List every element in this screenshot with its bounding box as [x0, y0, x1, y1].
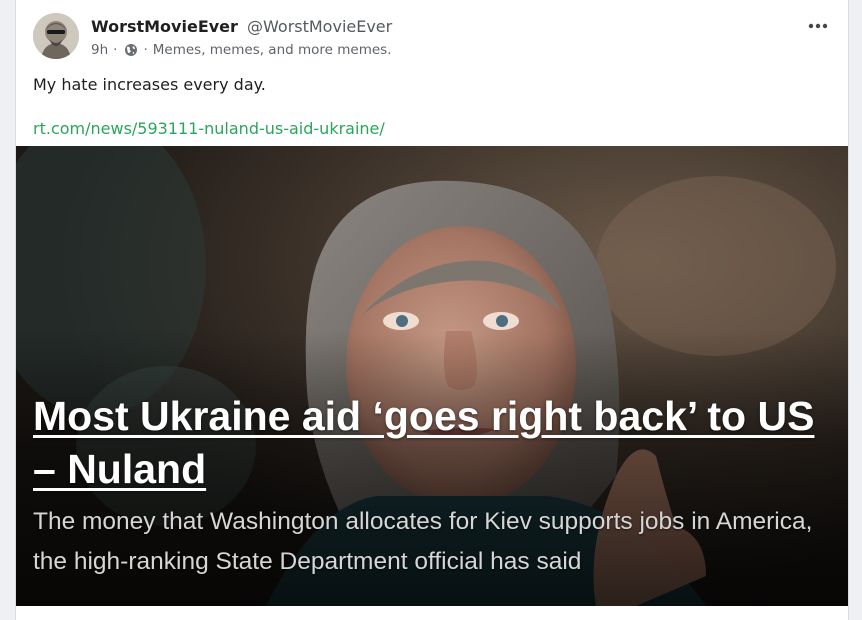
article-subheadline: The money that Washington allocates for … [33, 508, 813, 575]
more-options-button[interactable] [806, 14, 830, 38]
post-meta: 9h · · Memes, memes, and more memes. [91, 42, 392, 58]
avatar[interactable] [33, 13, 79, 59]
post-description: Memes, memes, and more memes. [152, 42, 392, 58]
article-headline[interactable]: Most Ukraine aid ‘goes right back’ to US… [33, 390, 823, 496]
display-name[interactable]: WorstMovieEver [91, 17, 238, 36]
meta-separator-2: · [143, 42, 148, 58]
meta-separator: · [113, 42, 118, 58]
user-handle[interactable]: @WorstMovieEver [247, 17, 392, 36]
globe-icon [124, 43, 138, 57]
post-body-text: My hate increases every day. [33, 75, 266, 94]
post-header: WorstMovieEver @WorstMovieEver 9h · · Me… [16, 0, 848, 70]
author-line: WorstMovieEver @WorstMovieEver [91, 17, 392, 36]
post-link[interactable]: rt.com/news/593111-nuland-us-aid-ukraine… [33, 119, 385, 138]
post-card: WorstMovieEver @WorstMovieEver 9h · · Me… [15, 0, 849, 620]
more-dots-icon [808, 23, 828, 29]
link-preview-image[interactable]: Most Ukraine aid ‘goes right back’ to US… [16, 146, 848, 606]
post-time[interactable]: 9h [91, 42, 108, 58]
